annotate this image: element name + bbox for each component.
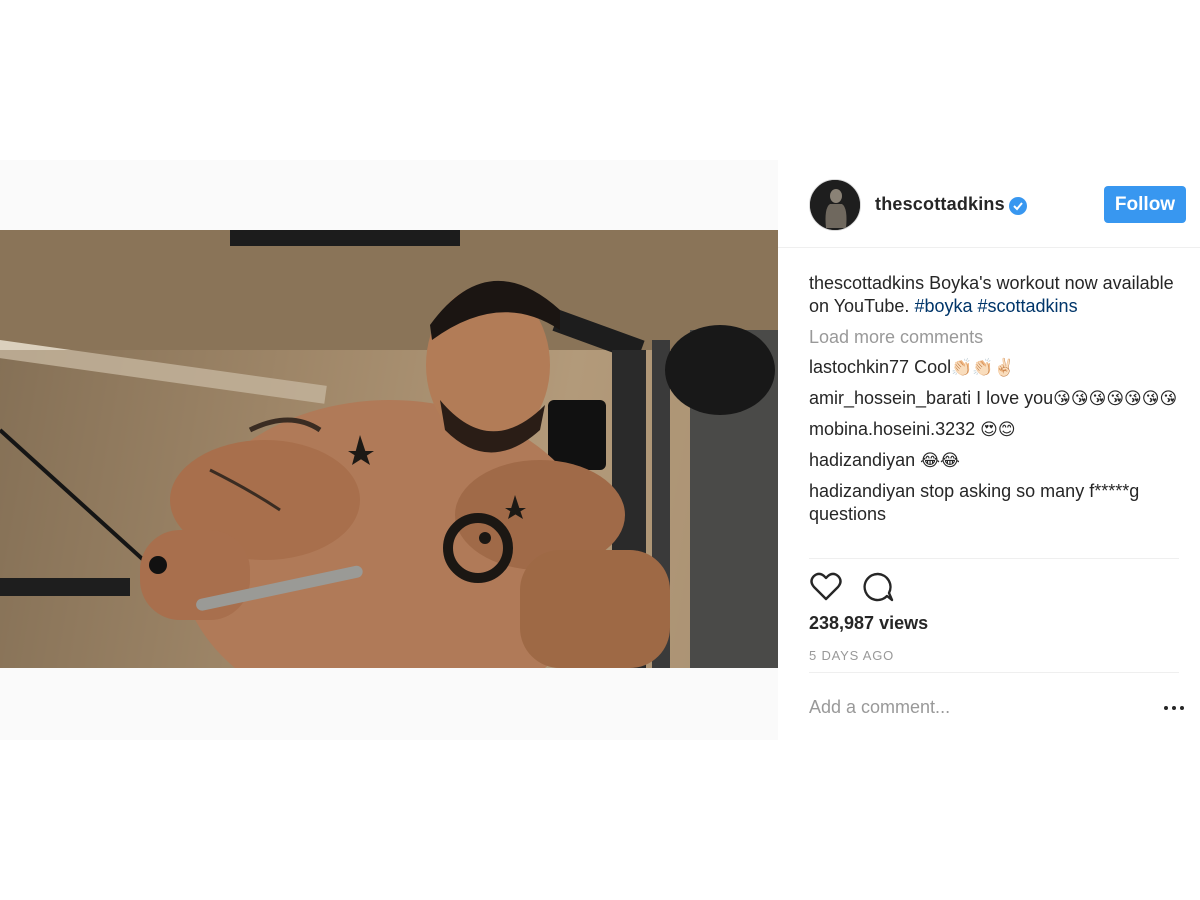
divider xyxy=(809,558,1179,559)
comment-username[interactable]: hadizandiyan xyxy=(809,481,915,501)
hashtag-link[interactable]: #scottadkins xyxy=(978,296,1078,316)
avatar-icon xyxy=(810,180,860,230)
caption-username[interactable]: thescottadkins xyxy=(809,273,924,293)
verified-badge-icon xyxy=(1009,197,1027,215)
workout-scene xyxy=(0,230,778,668)
post-timestamp[interactable]: 5 DAYS AGO xyxy=(809,648,894,663)
comment-text: Cool xyxy=(914,357,952,377)
divider xyxy=(809,672,1179,673)
comment-item: hadizandiyan 😂😂 xyxy=(809,449,1179,473)
comment-icon[interactable] xyxy=(861,570,895,604)
more-options-icon[interactable] xyxy=(1164,698,1186,718)
instagram-post: thescottadkins Follow thescottadkins Boy… xyxy=(0,160,1200,740)
comment-emoji: 😍😊 xyxy=(980,420,1016,440)
comment-item: amir_hossein_barati I love you😘😘😘😘😘😘😘 xyxy=(809,387,1179,411)
comment-username[interactable]: hadizandiyan xyxy=(809,450,915,470)
comment-item: hadizandiyan stop asking so many f*****g… xyxy=(809,480,1179,526)
comment-username[interactable]: mobina.hoseini.3232 xyxy=(809,419,975,439)
comment-username[interactable]: amir_hossein_barati xyxy=(809,388,971,408)
post-side-panel: thescottadkins Follow thescottadkins Boy… xyxy=(778,160,1200,740)
post-caption: thescottadkins Boyka's workout now avail… xyxy=(809,272,1179,318)
post-header: thescottadkins Follow xyxy=(778,160,1200,248)
avatar[interactable] xyxy=(809,179,861,231)
heart-icon[interactable] xyxy=(809,570,843,604)
comments-list: thescottadkins Boyka's workout now avail… xyxy=(809,272,1179,558)
post-video[interactable] xyxy=(0,230,778,668)
comment-emoji: 😂😂 xyxy=(920,451,960,471)
follow-button[interactable]: Follow xyxy=(1104,186,1186,223)
load-more-comments-link[interactable]: Load more comments xyxy=(809,326,1179,349)
comment-text: I love you xyxy=(976,388,1054,408)
comment-username[interactable]: lastochkin77 xyxy=(809,357,909,377)
comment-emoji: 👏🏻👏🏻✌🏻 xyxy=(951,358,1015,378)
comment-emoji: 😘😘😘😘😘😘😘 xyxy=(1053,389,1178,409)
post-username[interactable]: thescottadkins xyxy=(875,194,1005,215)
add-comment-input[interactable] xyxy=(809,692,1139,722)
hashtag-link[interactable]: #boyka xyxy=(914,296,972,316)
media-panel xyxy=(0,160,778,740)
view-count[interactable]: 238,987 views xyxy=(809,613,928,634)
comment-item: mobina.hoseini.3232 😍😊 xyxy=(809,418,1179,442)
comment-item: lastochkin77 Cool👏🏻👏🏻✌🏻 xyxy=(809,356,1179,380)
